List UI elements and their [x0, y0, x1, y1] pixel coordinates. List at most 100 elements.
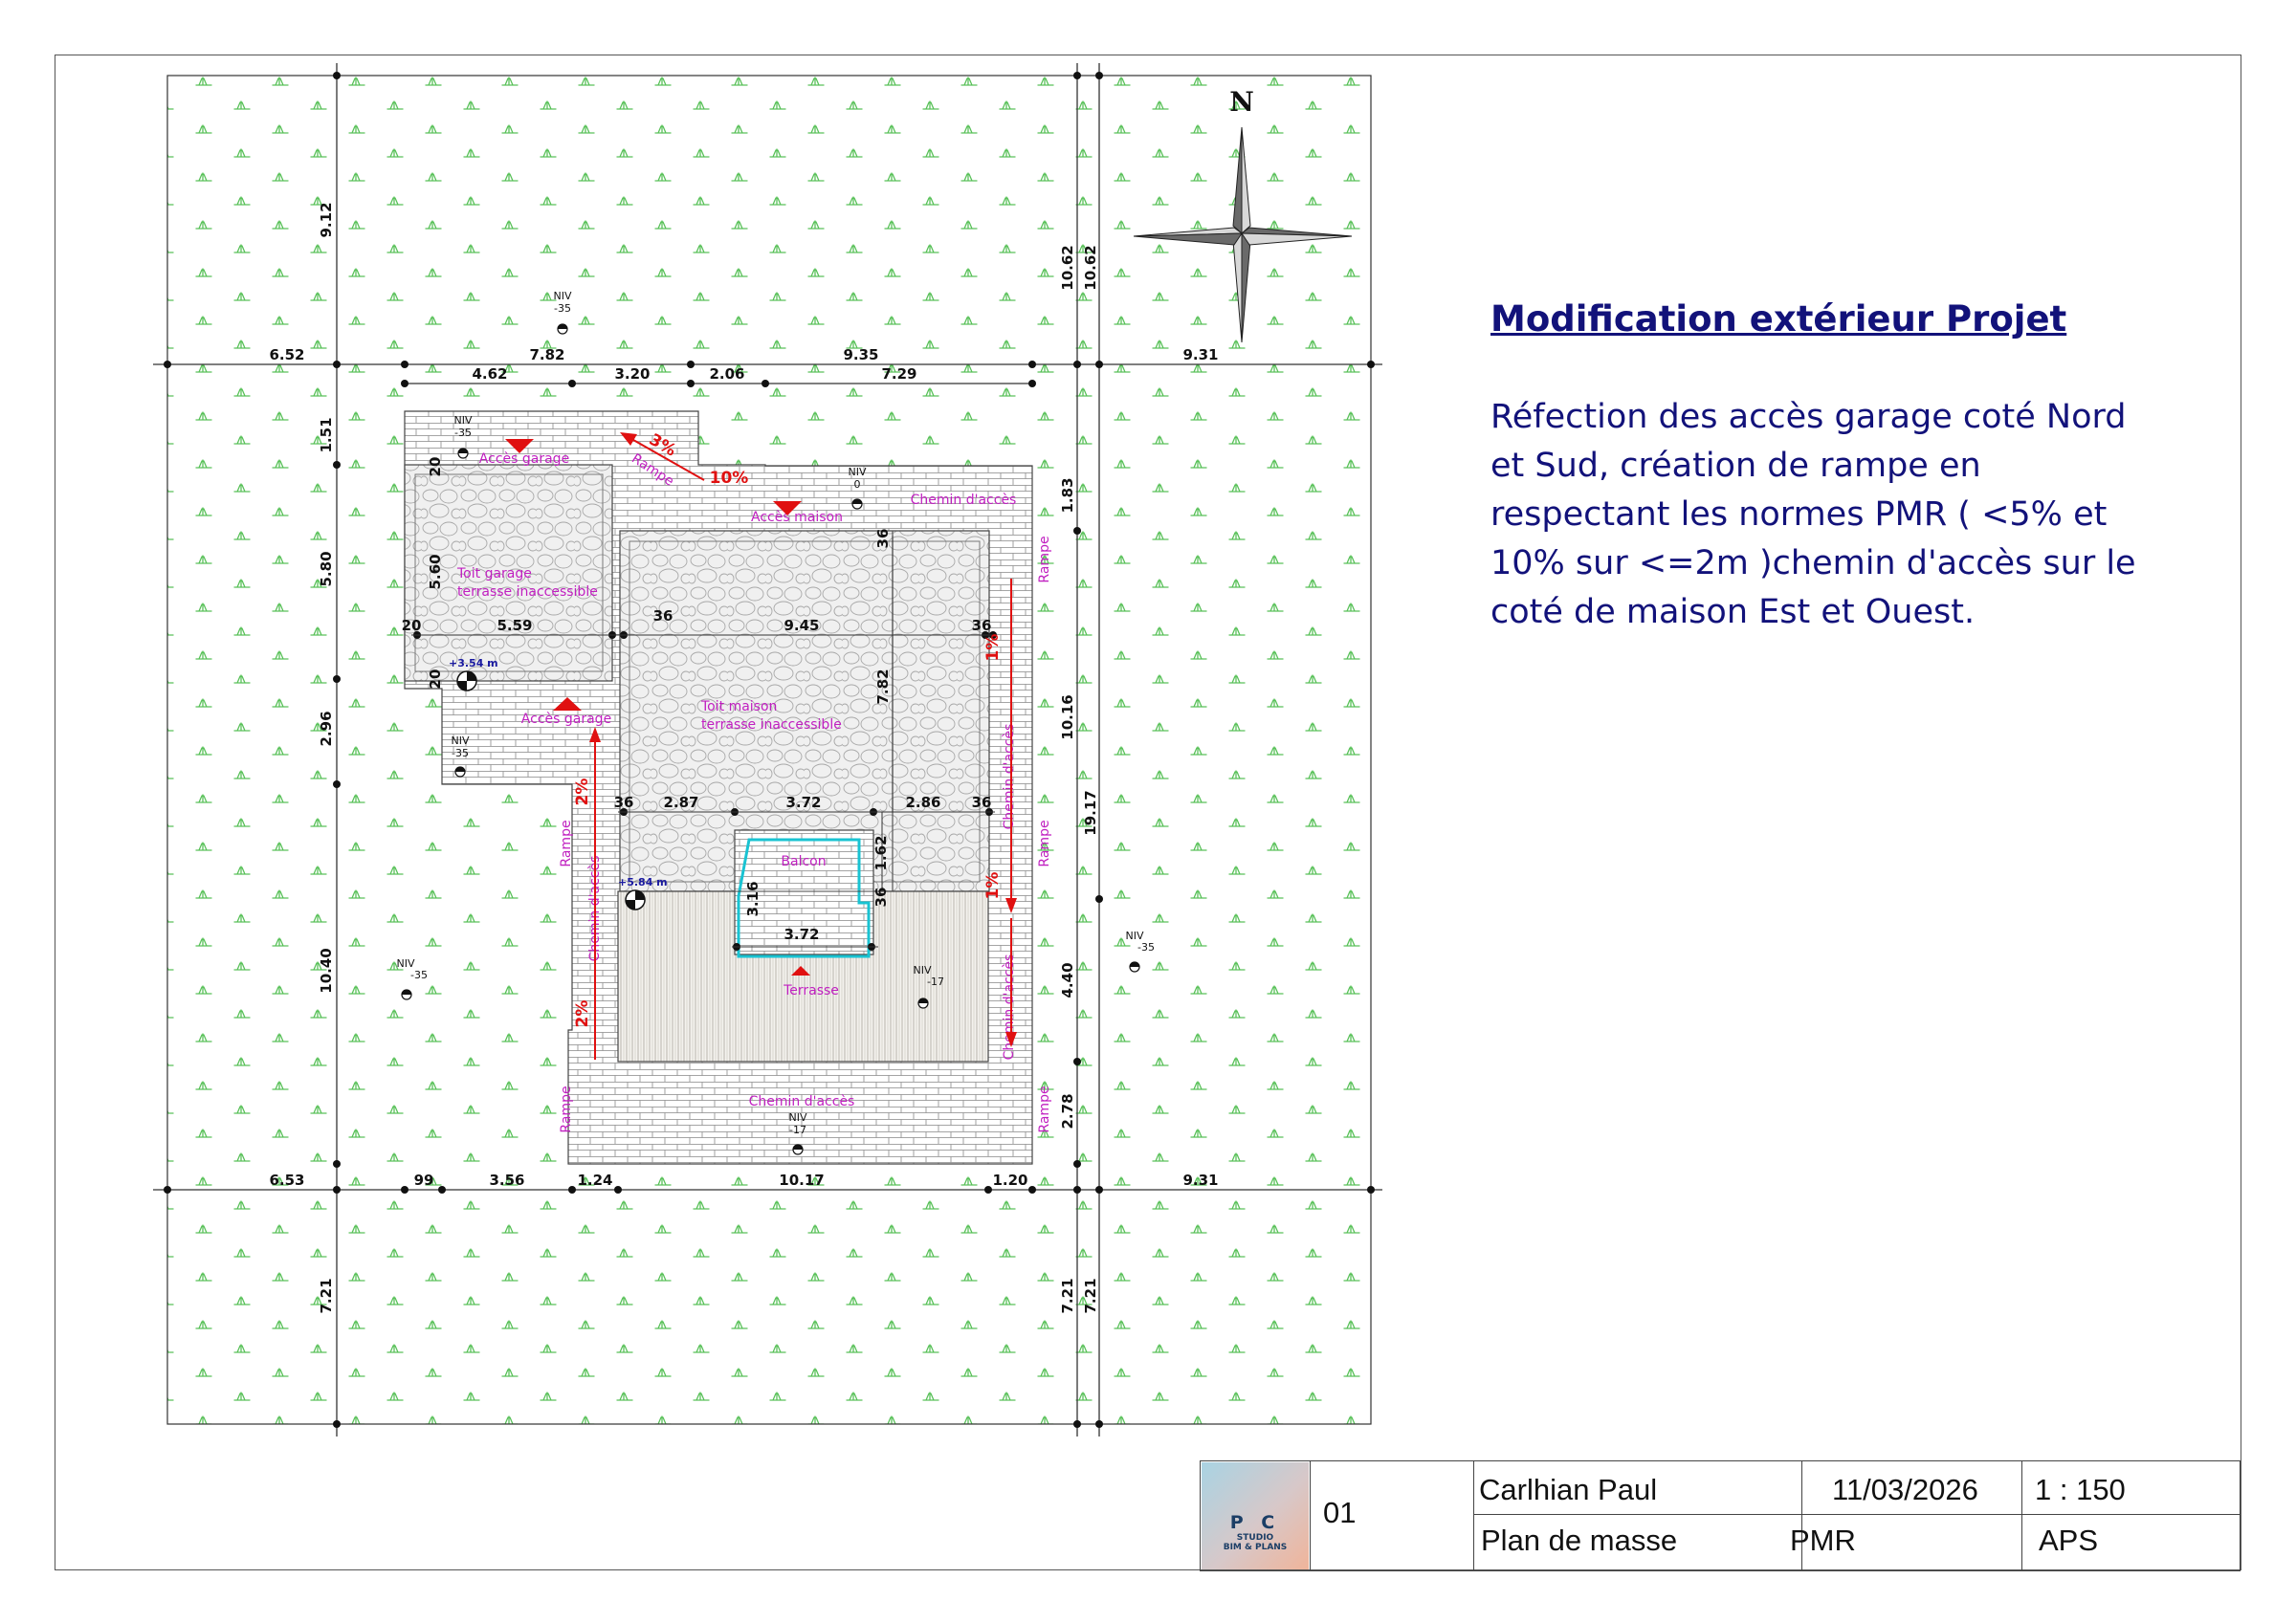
dim: 1.83: [1059, 477, 1076, 513]
dim: 3.20: [614, 365, 650, 383]
dim: 36: [972, 794, 992, 811]
label: Rampe: [1037, 1086, 1052, 1132]
dim: 99: [414, 1172, 434, 1189]
dim: 6.52: [269, 346, 304, 363]
level-tag: NIV: [849, 466, 867, 478]
label: Toit garage: [456, 566, 532, 581]
slope: 1%: [983, 634, 1003, 662]
dim: 3.72: [784, 926, 819, 943]
label: Toit maison: [700, 699, 777, 714]
level-tag: NIV: [452, 735, 470, 747]
dim: 36: [972, 617, 992, 634]
notes-body: Réfection des accès garage coté Nord et …: [1490, 398, 2136, 631]
dim: 20: [402, 617, 422, 634]
dim: 1.20: [992, 1172, 1027, 1189]
level-value: -17: [789, 1124, 806, 1136]
dim: 36: [653, 607, 673, 625]
level-value: -35: [452, 747, 469, 759]
label: terrasse inaccessible: [457, 584, 598, 600]
dim: 5.60: [427, 554, 444, 589]
level-value: -17: [927, 976, 944, 988]
level-value: -35: [554, 302, 571, 315]
label: Terrasse: [783, 983, 839, 998]
label: Rampe: [559, 820, 574, 866]
level-tag: NIV: [789, 1111, 807, 1124]
dim: 2.87: [663, 794, 698, 811]
dim: 7.82: [529, 346, 564, 363]
author: Carlhian Paul: [1479, 1473, 1658, 1506]
label: Rampe: [1037, 820, 1052, 866]
north-label: N: [1229, 86, 1254, 118]
scale: 1 : 150: [2035, 1473, 2126, 1506]
dim: 6.53: [269, 1172, 304, 1189]
logo-sub: STUDIO: [1236, 1533, 1274, 1543]
dim: 9.45: [784, 617, 819, 634]
label: Rampe: [559, 1086, 574, 1132]
logo-subtext: STUDIO BIM & PLANS: [1202, 1533, 1309, 1552]
dim: 9.35: [843, 346, 878, 363]
level-tag: NIV: [454, 414, 473, 427]
label: Accès garage: [479, 451, 569, 467]
phase: APS: [2039, 1524, 2099, 1557]
dim: 3.16: [744, 881, 762, 916]
sheet-number: 01: [1323, 1496, 1357, 1529]
level-value: -35: [410, 969, 428, 981]
dim: 3.72: [785, 794, 821, 811]
slope: 10%: [710, 469, 749, 488]
logo-sub2: BIM & PLANS: [1223, 1543, 1288, 1552]
dim: 7.82: [874, 669, 892, 704]
logo-text: P C: [1229, 1512, 1281, 1533]
dim: 10.17: [779, 1172, 824, 1189]
slope: 2%: [573, 1000, 592, 1028]
label: Chemin d'accès: [1002, 954, 1017, 1061]
label: Accès garage: [521, 712, 611, 727]
label: Chemin d'accès: [749, 1094, 855, 1109]
dim: 36: [872, 888, 890, 908]
level-value: 0: [854, 478, 861, 491]
project-notes: Modification extérieur Projet Réfection …: [1490, 298, 2160, 637]
dim: 1.62: [872, 835, 890, 870]
dim: 10.62: [1082, 245, 1099, 290]
dim: 9.12: [318, 202, 335, 237]
level-value: -35: [1137, 941, 1155, 954]
dim: 4.62: [472, 365, 507, 383]
dim: 1.51: [318, 417, 335, 452]
height-value: +5.84 m: [618, 876, 668, 888]
dim: 7.29: [881, 365, 916, 383]
label: terrasse inaccessible: [701, 717, 842, 733]
dim: 36: [614, 794, 634, 811]
studio-logo: P C STUDIO BIM & PLANS: [1202, 1462, 1309, 1569]
level-tag: NIV: [554, 290, 572, 302]
dim: 7.21: [318, 1278, 335, 1313]
label: Chemin d'accès: [911, 493, 1017, 508]
slope: 2%: [573, 779, 592, 806]
label: Rampe: [1037, 536, 1052, 582]
title-block: P C STUDIO BIM & PLANS 01 Carlhian Paul 1…: [1200, 1460, 2241, 1571]
dim: 20: [427, 669, 444, 690]
dim: 10.16: [1059, 694, 1076, 739]
label: Balcon: [781, 854, 826, 869]
dim: 2.78: [1059, 1093, 1076, 1129]
height-value: +3.54 m: [449, 657, 498, 669]
dim: 10.62: [1059, 245, 1076, 290]
drawing-title: Plan de masse: [1481, 1524, 1678, 1557]
dim: 1.24: [577, 1172, 612, 1189]
dim: 3.56: [489, 1172, 524, 1189]
dim: 4.40: [1059, 962, 1076, 998]
dim: 9.31: [1182, 1172, 1218, 1189]
subject: PMR: [1790, 1524, 1856, 1557]
dim: 7.21: [1082, 1278, 1099, 1313]
dim: 2.06: [709, 365, 744, 383]
slope: 1%: [983, 872, 1003, 900]
dim: 5.59: [497, 617, 532, 634]
dim: 9.31: [1182, 346, 1218, 363]
dim: 7.21: [1059, 1278, 1076, 1313]
dim: 36: [874, 529, 892, 549]
dim: 2.86: [905, 794, 940, 811]
label: Chemin d'accès: [1002, 724, 1017, 830]
dim: 20: [427, 457, 444, 477]
dim: 10.40: [318, 948, 335, 993]
dim: 5.80: [318, 551, 335, 586]
notes-title: Modification extérieur Projet: [1490, 298, 2067, 340]
site-plan: 6.52 7.82 9.35 9.31 4.62 3.20 2.06 7.29 …: [153, 63, 1382, 1437]
